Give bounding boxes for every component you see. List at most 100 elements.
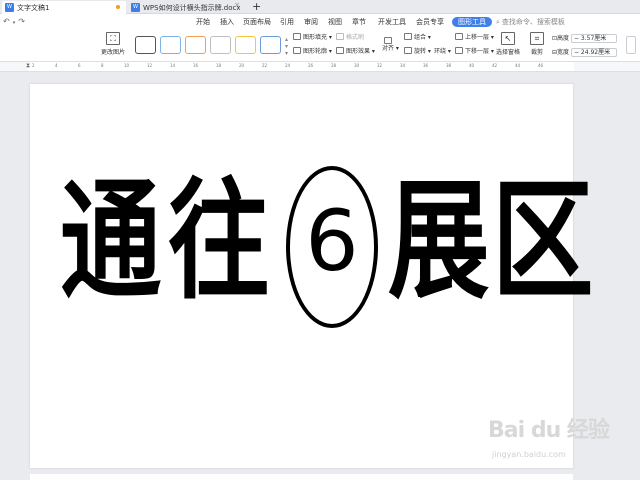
indent-marker-icon[interactable]: ⧗ — [26, 62, 30, 70]
combine-label: 组合 — [414, 34, 427, 41]
ruler-tick-label: 26 — [308, 63, 314, 68]
undo-icon[interactable]: ↶ — [3, 17, 10, 26]
new-tab-plus-icon[interactable]: + — [252, 0, 261, 13]
watermark-logo: Bai du 经验 — [488, 412, 610, 444]
change-picture-label: 更改图片 — [100, 49, 125, 56]
horizontal-ruler: 2 4 6 8 10 12 14 16 18 20 22 24 26 28 30 32 34 36 38 40 42 44… — [0, 62, 640, 72]
tab-label: WPS如何设计横头指示牌.docx — [143, 3, 241, 12]
menu-view[interactable]: 视图 — [328, 17, 342, 27]
shape-outline-button[interactable]: 图形轮廓 ▾ — [293, 47, 332, 57]
ruler-tick-label: 10 — [124, 63, 130, 68]
ruler-tick-label: 38 — [446, 63, 452, 68]
search-placeholder: 查找命令、搜索模板 — [501, 18, 565, 26]
shape-outline-label: 图形轮廓 — [303, 48, 328, 55]
ruler-tick-label: 36 — [423, 63, 429, 68]
crop-icon: ⌗ — [530, 32, 544, 45]
outline-icon — [293, 47, 301, 54]
number-ring — [286, 166, 378, 328]
headline-char-4: 展 — [388, 165, 490, 317]
selection-pane-icon: ↖ — [501, 32, 515, 45]
document-page[interactable]: 通 往 6 展 区 — [30, 84, 593, 468]
baidu-jingyan-watermark: Bai du 经验 jingyan.baidu.com — [488, 412, 628, 468]
selection-pane-button[interactable]: ↖ 选择窗格 — [494, 32, 522, 56]
tab-document-2[interactable]: W WPS如何设计横头指示牌.docx × — [128, 1, 244, 14]
menu-insert[interactable]: 插入 — [220, 17, 234, 27]
dropdown-icon[interactable]: ▾ — [13, 20, 16, 26]
next-page[interactable] — [30, 474, 573, 480]
format-painter-button[interactable]: 格式刷 — [336, 33, 364, 43]
wrap-label: 环绕 — [434, 48, 447, 55]
shape-fill-button[interactable]: 图形填充 ▾ — [293, 33, 332, 43]
style-gallery-scroll[interactable]: ▴ ▾ ▾ — [285, 36, 288, 57]
shape-style-1[interactable] — [135, 36, 156, 54]
redo-icon[interactable]: ↷ — [18, 17, 25, 26]
shape-style-2[interactable] — [160, 36, 181, 54]
height-field: ⊡高度 − 3.57厘米 — [552, 34, 617, 44]
menu-references[interactable]: 引用 — [280, 17, 294, 27]
rotate-icon — [404, 47, 412, 54]
menu-page-layout[interactable]: 页面布局 — [243, 17, 271, 27]
fill-bucket-icon — [293, 33, 301, 40]
picture-icon: ⛶ — [106, 32, 120, 45]
shape-style-5[interactable] — [235, 36, 256, 54]
ruler-tick-label: 14 — [170, 63, 176, 68]
height-value: 3.57厘米 — [580, 35, 607, 42]
ruler-tick-label: 30 — [354, 63, 360, 68]
shape-fill-label: 图形填充 — [303, 34, 328, 41]
ruler-tick-label: 40 — [469, 63, 475, 68]
align-button[interactable]: 对齐 ▾ — [382, 37, 399, 57]
group-icon — [404, 33, 412, 40]
menu-row: ↶ ▾ ↷ 开始 插入 页面布局 引用 审阅 视图 章节 开发工具 会员专享 图形工… — [0, 14, 640, 30]
menu-review[interactable]: 审阅 — [304, 17, 318, 27]
command-search[interactable]: ⌕ 查找命令、搜索模板 — [496, 17, 565, 27]
change-picture-button[interactable]: ⛶ 更改图片 — [98, 32, 128, 56]
shape-style-4[interactable] — [210, 36, 231, 54]
rotate-button[interactable]: 旋转 ▾ — [404, 47, 431, 57]
tab-bar: W 文字文稿1 W WPS如何设计横头指示牌.docx × + — [0, 0, 640, 14]
shape-style-6[interactable] — [260, 36, 281, 54]
bring-forward-label: 上移一层 — [465, 34, 490, 41]
ruler-tick-label: 12 — [147, 63, 153, 68]
headline-shape[interactable]: 通 往 6 展 区 — [60, 146, 593, 336]
word-doc-icon: W — [131, 3, 140, 12]
height-input[interactable]: − 3.57厘米 — [570, 34, 617, 43]
ruler-tick-label: 20 — [239, 63, 245, 68]
headline-char-2: 往 — [168, 165, 270, 317]
brush-icon — [336, 33, 344, 40]
headline-char-1: 通 — [60, 165, 162, 317]
bring-forward-button[interactable]: 上移一层 ▾ — [455, 33, 494, 43]
menu-chapter[interactable]: 章节 — [352, 17, 366, 27]
ruler-tick-label: 24 — [285, 63, 291, 68]
menu-shape-tools[interactable]: 图形工具 — [452, 17, 492, 27]
send-backward-button[interactable]: 下移一层 ▾ — [455, 47, 494, 57]
shape-effects-label: 图形效果 — [346, 48, 371, 55]
ruler-tick-label: 44 — [515, 63, 521, 68]
shape-style-3[interactable] — [185, 36, 206, 54]
combine-button[interactable]: 组合 ▾ — [404, 33, 431, 43]
tab-label: 文字文稿1 — [17, 3, 50, 12]
search-icon: ⌕ — [496, 18, 500, 26]
ruler-tick-label: 18 — [216, 63, 222, 68]
tab-document-1[interactable]: W 文字文稿1 — [2, 1, 126, 14]
menu-member[interactable]: 会员专享 — [416, 17, 444, 27]
ruler-tick-label: 16 — [193, 63, 199, 68]
ruler-tick-label: 34 — [400, 63, 406, 68]
ruler-scale: 2 4 6 8 10 12 14 16 18 20 22 24 26 28 30 32 34 36 38 40 42 44… — [28, 62, 574, 71]
ruler-tick-label: 46 — [538, 63, 544, 68]
shape-effects-button[interactable]: 图形效果 ▾ — [336, 47, 375, 57]
crop-button[interactable]: ⌗ 裁剪 — [528, 32, 546, 56]
close-icon[interactable]: × — [234, 1, 240, 9]
width-input[interactable]: − 24.92厘米 — [570, 48, 617, 57]
menu-developer-tools[interactable]: 开发工具 — [378, 17, 406, 27]
wrap-button[interactable]: 环绕 ▾ — [434, 47, 451, 57]
ruler-tick-label: 32 — [377, 63, 383, 68]
ruler-tick-label: 8 — [101, 63, 104, 68]
menu-home[interactable]: 开始 — [196, 17, 210, 27]
bring-forward-icon — [455, 33, 463, 40]
lock-aspect-button[interactable] — [626, 36, 636, 54]
ruler-tick-label: 22 — [262, 63, 268, 68]
quick-access: ↶ ▾ ↷ — [3, 17, 28, 26]
crop-label: 裁剪 — [530, 49, 543, 56]
effects-icon — [336, 47, 344, 54]
unsaved-dot-icon — [116, 5, 120, 9]
